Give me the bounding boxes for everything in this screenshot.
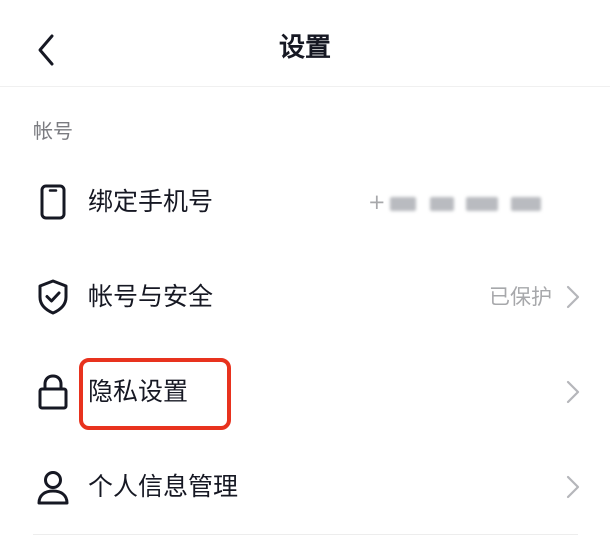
divider	[33, 534, 578, 535]
settings-row-personal-info[interactable]: 个人信息管理	[0, 440, 610, 534]
phone-number-value: +	[368, 187, 558, 217]
security-status: 已保护	[489, 285, 552, 309]
masked-digits	[466, 197, 498, 211]
settings-row-bind-phone[interactable]: 绑定手机号 +	[0, 155, 610, 249]
row-label: 绑定手机号	[88, 187, 214, 216]
user-icon	[37, 471, 69, 505]
settings-page: 设置 帐号 绑定手机号 + 帐号与安全 已保护 隐私设置 个人信息管理	[0, 0, 610, 556]
masked-digits	[390, 197, 416, 211]
chevron-right-icon	[566, 285, 580, 309]
masked-digits	[511, 197, 541, 211]
settings-row-privacy[interactable]: 隐私设置	[0, 345, 610, 439]
masked-digits	[430, 197, 454, 211]
phone-prefix: +	[368, 190, 386, 214]
chevron-right-icon	[566, 475, 580, 499]
row-label: 隐私设置	[88, 377, 189, 406]
phone-icon	[40, 184, 66, 220]
shield-check-icon	[38, 279, 68, 315]
chevron-right-icon	[566, 380, 580, 404]
lock-icon	[38, 374, 68, 410]
page-title: 设置	[278, 33, 331, 63]
settings-row-account-security[interactable]: 帐号与安全 已保护	[0, 250, 610, 344]
row-label: 个人信息管理	[88, 472, 239, 501]
section-label-account: 帐号	[33, 119, 73, 143]
header-bar: 设置	[0, 0, 610, 87]
row-label: 帐号与安全	[88, 282, 214, 311]
